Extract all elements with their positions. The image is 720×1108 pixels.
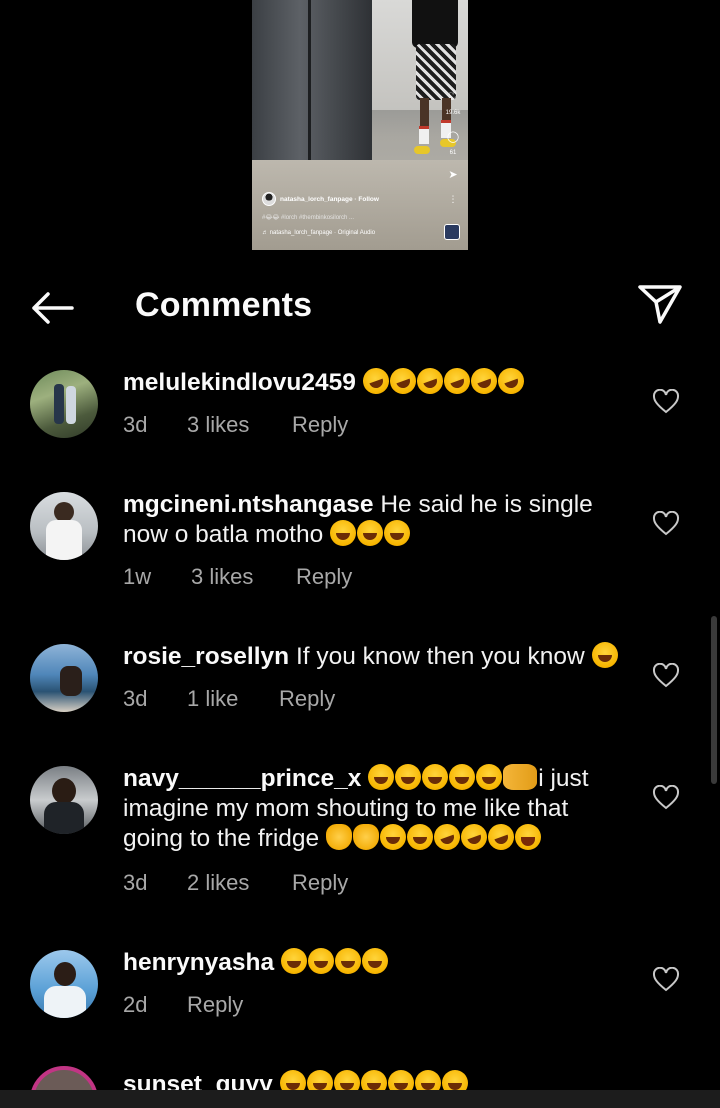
comments-header: Comments — [0, 270, 720, 342]
heart-icon[interactable] — [652, 511, 680, 537]
avatar[interactable] — [30, 370, 98, 438]
comment-username[interactable]: rosie_rosellyn — [123, 643, 289, 670]
reel-audio-label[interactable]: ♬ natasha_lorch_fanpage · Original Audio — [262, 230, 375, 236]
comment-likes[interactable]: 1 like — [187, 686, 279, 712]
comment-time: 2d — [123, 992, 148, 1017]
scrollbar[interactable] — [711, 616, 717, 784]
heart-icon[interactable] — [652, 663, 680, 689]
reel-likes-count: 19.6k — [445, 110, 461, 116]
share-button[interactable] — [636, 282, 684, 326]
avatar[interactable] — [30, 644, 98, 712]
avatar[interactable] — [30, 766, 98, 834]
page-title: Comments — [135, 286, 313, 324]
reply-button[interactable]: Reply — [292, 412, 348, 438]
comment-body: mgcineni.ntshangase He said he is single… — [123, 490, 628, 550]
reply-button[interactable]: Reply — [292, 870, 348, 896]
avatar[interactable] — [30, 950, 98, 1018]
reply-button[interactable]: Reply — [279, 686, 335, 712]
reel-person — [412, 0, 458, 48]
reel-comment-icon[interactable]: ◯ — [446, 130, 460, 143]
comment-body: rosie_rosellyn If you know then you know — [123, 642, 628, 672]
emoji-group — [279, 1070, 469, 1090]
comment-time: 3d — [123, 412, 148, 437]
comment-item: sunset_guyy — [0, 1066, 720, 1090]
comment-body: melulekindlovu2459 — [123, 364, 628, 398]
emoji-group — [325, 820, 542, 854]
reel-audio-thumbnail[interactable] — [444, 224, 460, 240]
comment-username[interactable]: navy______prince_x — [123, 765, 361, 792]
emoji-group — [330, 520, 411, 548]
comment-body: henrynyasha — [123, 948, 628, 978]
heart-icon[interactable] — [652, 785, 680, 811]
reel-preview[interactable]: ♡ 19.6k ◯ 61 ➤ ⋮ natasha_lorch_fanpage ·… — [252, 0, 468, 250]
heart-icon[interactable] — [652, 389, 680, 415]
comment-body: sunset_guyy — [123, 1070, 628, 1090]
comment-username[interactable]: melulekindlovu2459 — [123, 369, 356, 396]
bottom-bar — [0, 1090, 720, 1108]
reel-owner-label: natasha_lorch_fanpage · Follow — [280, 195, 379, 203]
comment-text: If you know then you know — [295, 643, 585, 670]
reel-heart-icon[interactable]: ♡ — [446, 90, 460, 103]
emoji-group — [280, 948, 389, 976]
comment-meta: 3d 3 likes Reply — [123, 412, 348, 438]
reel-owner-avatar — [262, 192, 276, 206]
comment-username[interactable]: henrynyasha — [123, 949, 274, 976]
comment-username[interactable]: mgcineni.ntshangase — [123, 491, 374, 518]
comment-time: 3d — [123, 870, 148, 895]
back-button[interactable] — [28, 288, 76, 328]
reply-button[interactable]: Reply — [187, 992, 243, 1018]
arrow-left-icon — [32, 292, 74, 324]
reel-more-icon[interactable]: ⋮ — [446, 194, 460, 205]
comment-body: navy______prince_x i just imagine my mom… — [123, 764, 628, 854]
comment-meta: 1w 3 likes Reply — [123, 564, 352, 590]
avatar[interactable] — [30, 1066, 98, 1090]
emoji-group — [359, 364, 528, 398]
comment-meta: 2d Reply — [123, 992, 243, 1018]
paper-plane-icon — [638, 285, 682, 324]
reel-owner[interactable]: natasha_lorch_fanpage · Follow — [262, 192, 379, 206]
reply-button[interactable]: Reply — [296, 564, 352, 590]
emoji-group — [591, 642, 619, 670]
comment-time: 3d — [123, 686, 148, 711]
comment-likes[interactable]: 3 likes — [187, 412, 292, 438]
comment-meta: 3d 1 like Reply — [123, 686, 335, 712]
comment-meta: 3d 2 likes Reply — [123, 870, 348, 896]
reel-share-icon[interactable]: ➤ — [446, 168, 460, 181]
reel-comments-count: 61 — [449, 150, 457, 156]
comment-username[interactable]: sunset_guyy — [123, 1071, 273, 1090]
emoji-group — [368, 764, 538, 792]
reel-caption: #😂😂 #lorch #thembinkosilorch ... — [262, 215, 355, 221]
comment-likes[interactable]: 2 likes — [187, 870, 292, 896]
comment-time: 1w — [123, 564, 152, 589]
avatar[interactable] — [30, 492, 98, 560]
comment-likes[interactable]: 3 likes — [191, 564, 296, 590]
heart-icon[interactable] — [652, 967, 680, 993]
